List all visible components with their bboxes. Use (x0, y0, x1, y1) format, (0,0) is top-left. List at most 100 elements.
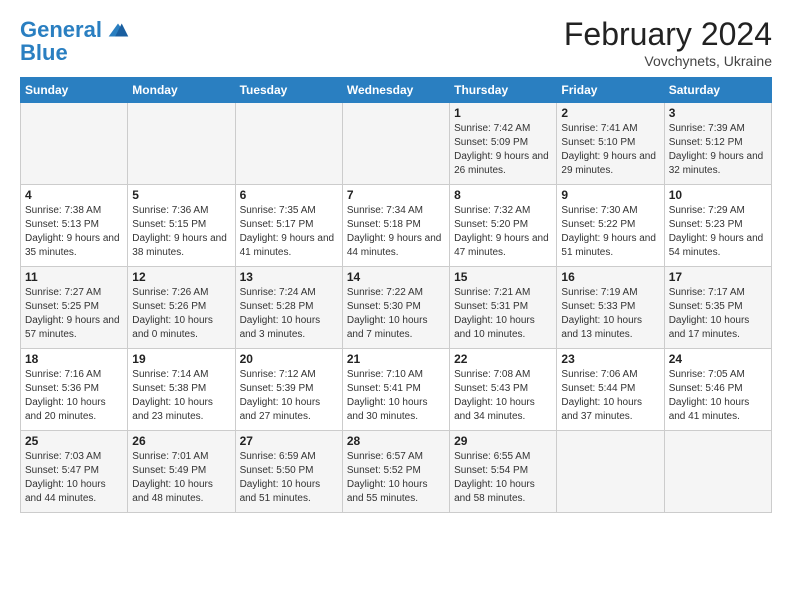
day-number: 27 (240, 434, 338, 448)
calendar-cell: 2 Sunrise: 7:41 AMSunset: 5:10 PMDaylight… (557, 103, 664, 185)
day-info: Sunrise: 7:29 AMSunset: 5:23 PMDaylight:… (669, 204, 767, 260)
day-info: Sunrise: 6:55 AMSunset: 5:54 PMDaylight:… (454, 450, 552, 506)
day-info: Sunrise: 7:39 AMSunset: 5:12 PMDaylight:… (669, 122, 767, 178)
calendar-cell: 10Sunrise: 7:29 AMSunset: 5:23 PMDayligh… (664, 185, 771, 267)
day-number: 11 (25, 270, 123, 284)
day-number: 26 (132, 434, 230, 448)
calendar-cell: 24 Sunrise: 7:05 AMSunset: 5:46 PMDayligh… (664, 349, 771, 431)
logo-blue: Blue (20, 40, 68, 66)
day-info: Sunrise: 7:22 AMSunset: 5:30 PMDaylight:… (347, 286, 445, 342)
calendar-cell: 3 Sunrise: 7:39 AMSunset: 5:12 PMDaylight… (664, 103, 771, 185)
calendar-cell (21, 103, 128, 185)
day-number: 1 (454, 106, 552, 120)
day-number: 23 (561, 352, 659, 366)
weekday-header: Tuesday (235, 78, 342, 103)
day-number: 16 (561, 270, 659, 284)
day-number: 6 (240, 188, 338, 202)
day-number: 5 (132, 188, 230, 202)
day-number: 19 (132, 352, 230, 366)
day-number: 15 (454, 270, 552, 284)
day-number: 14 (347, 270, 445, 284)
weekday-header-row: SundayMondayTuesdayWednesdayThursdayFrid… (21, 78, 772, 103)
calendar-cell: 11 Sunrise: 7:27 AMSunset: 5:25 PMDayligh… (21, 267, 128, 349)
day-number: 12 (132, 270, 230, 284)
calendar-cell (235, 103, 342, 185)
calendar-cell: 20Sunrise: 7:12 AMSunset: 5:39 PMDayligh… (235, 349, 342, 431)
day-info: Sunrise: 7:16 AMSunset: 5:36 PMDaylight:… (25, 368, 123, 424)
day-info: Sunrise: 7:34 AMSunset: 5:18 PMDaylight:… (347, 204, 445, 260)
day-info: Sunrise: 7:26 AMSunset: 5:26 PMDaylight:… (132, 286, 230, 342)
day-info: Sunrise: 7:19 AMSunset: 5:33 PMDaylight:… (561, 286, 659, 342)
calendar-week-row: 25 Sunrise: 7:03 AMSunset: 5:47 PMDayligh… (21, 431, 772, 513)
calendar-cell: 1 Sunrise: 7:42 AMSunset: 5:09 PMDaylight… (450, 103, 557, 185)
calendar-week-row: 18Sunrise: 7:16 AMSunset: 5:36 PMDayligh… (21, 349, 772, 431)
calendar-cell: 21 Sunrise: 7:10 AMSunset: 5:41 PMDayligh… (342, 349, 449, 431)
calendar-cell: 18Sunrise: 7:16 AMSunset: 5:36 PMDayligh… (21, 349, 128, 431)
day-info: Sunrise: 7:35 AMSunset: 5:17 PMDaylight:… (240, 204, 338, 260)
day-number: 25 (25, 434, 123, 448)
day-number: 21 (347, 352, 445, 366)
day-info: Sunrise: 7:14 AMSunset: 5:38 PMDaylight:… (132, 368, 230, 424)
day-info: Sunrise: 7:10 AMSunset: 5:41 PMDaylight:… (347, 368, 445, 424)
day-number: 13 (240, 270, 338, 284)
calendar-cell: 8 Sunrise: 7:32 AMSunset: 5:20 PMDaylight… (450, 185, 557, 267)
day-number: 4 (25, 188, 123, 202)
logo-icon (104, 16, 132, 44)
logo-general: General (20, 17, 102, 42)
calendar-cell: 25 Sunrise: 7:03 AMSunset: 5:47 PMDayligh… (21, 431, 128, 513)
day-number: 24 (669, 352, 767, 366)
day-number: 22 (454, 352, 552, 366)
page-subtitle: Vovchynets, Ukraine (564, 53, 772, 69)
calendar-cell: 17 Sunrise: 7:17 AMSunset: 5:35 PMDayligh… (664, 267, 771, 349)
day-info: Sunrise: 7:32 AMSunset: 5:20 PMDaylight:… (454, 204, 552, 260)
day-info: Sunrise: 7:42 AMSunset: 5:09 PMDaylight:… (454, 122, 552, 178)
calendar-cell: 15 Sunrise: 7:21 AMSunset: 5:31 PMDayligh… (450, 267, 557, 349)
calendar-cell (557, 431, 664, 513)
day-info: Sunrise: 7:21 AMSunset: 5:31 PMDaylight:… (454, 286, 552, 342)
day-info: Sunrise: 6:57 AMSunset: 5:52 PMDaylight:… (347, 450, 445, 506)
day-info: Sunrise: 7:38 AMSunset: 5:13 PMDaylight:… (25, 204, 123, 260)
weekday-header: Sunday (21, 78, 128, 103)
calendar-table: SundayMondayTuesdayWednesdayThursdayFrid… (20, 77, 772, 513)
day-info: Sunrise: 6:59 AMSunset: 5:50 PMDaylight:… (240, 450, 338, 506)
calendar-week-row: 1 Sunrise: 7:42 AMSunset: 5:09 PMDaylight… (21, 103, 772, 185)
day-number: 2 (561, 106, 659, 120)
day-info: Sunrise: 7:03 AMSunset: 5:47 PMDaylight:… (25, 450, 123, 506)
calendar-cell (128, 103, 235, 185)
calendar-cell: 22 Sunrise: 7:08 AMSunset: 5:43 PMDayligh… (450, 349, 557, 431)
weekday-header: Thursday (450, 78, 557, 103)
day-number: 3 (669, 106, 767, 120)
calendar-week-row: 4 Sunrise: 7:38 AMSunset: 5:13 PMDaylight… (21, 185, 772, 267)
day-info: Sunrise: 7:27 AMSunset: 5:25 PMDaylight:… (25, 286, 123, 342)
title-block: February 2024 Vovchynets, Ukraine (564, 16, 772, 69)
day-info: Sunrise: 7:05 AMSunset: 5:46 PMDaylight:… (669, 368, 767, 424)
day-number: 8 (454, 188, 552, 202)
day-info: Sunrise: 7:41 AMSunset: 5:10 PMDaylight:… (561, 122, 659, 178)
day-number: 20 (240, 352, 338, 366)
weekday-header: Friday (557, 78, 664, 103)
calendar-week-row: 11 Sunrise: 7:27 AMSunset: 5:25 PMDayligh… (21, 267, 772, 349)
weekday-header: Saturday (664, 78, 771, 103)
calendar-cell (342, 103, 449, 185)
calendar-cell: 12 Sunrise: 7:26 AMSunset: 5:26 PMDayligh… (128, 267, 235, 349)
calendar-cell: 7Sunrise: 7:34 AMSunset: 5:18 PMDaylight… (342, 185, 449, 267)
day-info: Sunrise: 7:17 AMSunset: 5:35 PMDaylight:… (669, 286, 767, 342)
calendar-cell: 16 Sunrise: 7:19 AMSunset: 5:33 PMDayligh… (557, 267, 664, 349)
day-number: 17 (669, 270, 767, 284)
header: General Blue February 2024 Vovchynets, U… (20, 16, 772, 69)
weekday-header: Wednesday (342, 78, 449, 103)
calendar-cell: 23Sunrise: 7:06 AMSunset: 5:44 PMDayligh… (557, 349, 664, 431)
calendar-cell: 28Sunrise: 6:57 AMSunset: 5:52 PMDayligh… (342, 431, 449, 513)
logo-text: General (20, 18, 102, 42)
calendar-cell: 6 Sunrise: 7:35 AMSunset: 5:17 PMDaylight… (235, 185, 342, 267)
day-info: Sunrise: 7:08 AMSunset: 5:43 PMDaylight:… (454, 368, 552, 424)
page-title: February 2024 (564, 16, 772, 53)
calendar-cell: 26Sunrise: 7:01 AMSunset: 5:49 PMDayligh… (128, 431, 235, 513)
calendar-cell: 29Sunrise: 6:55 AMSunset: 5:54 PMDayligh… (450, 431, 557, 513)
calendar-cell: 13Sunrise: 7:24 AMSunset: 5:28 PMDayligh… (235, 267, 342, 349)
calendar-cell: 5 Sunrise: 7:36 AMSunset: 5:15 PMDaylight… (128, 185, 235, 267)
calendar-cell: 9 Sunrise: 7:30 AMSunset: 5:22 PMDaylight… (557, 185, 664, 267)
day-info: Sunrise: 7:30 AMSunset: 5:22 PMDaylight:… (561, 204, 659, 260)
day-info: Sunrise: 7:36 AMSunset: 5:15 PMDaylight:… (132, 204, 230, 260)
day-number: 9 (561, 188, 659, 202)
